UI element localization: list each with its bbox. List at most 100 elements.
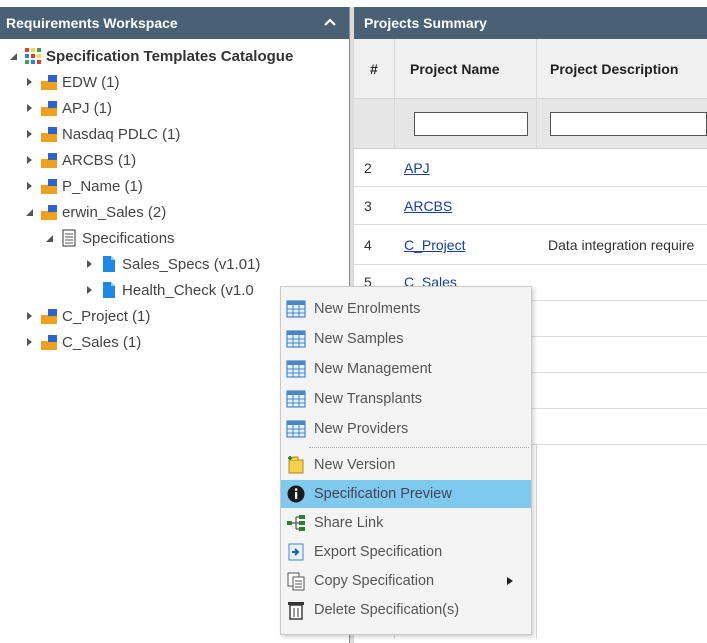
- menu-item-new-samples[interactable]: New Samples: [281, 325, 531, 353]
- document-icon: [103, 256, 115, 272]
- tree-item-erwin-sales[interactable]: erwin_Sales (2): [24, 199, 166, 225]
- menu-item-label: Copy Specification: [314, 573, 435, 589]
- project-folder-icon: [41, 335, 57, 350]
- menu-separator: [309, 447, 529, 448]
- project-name-link[interactable]: ARCBS: [404, 198, 452, 214]
- tree-item-nasdaq-pdlc[interactable]: Nasdaq PDLC (1): [24, 121, 180, 147]
- tree-item-label: P_Name (1): [62, 177, 143, 195]
- menu-item-delete-specifications[interactable]: Delete Specification(s): [281, 596, 531, 624]
- table-row: 3 ARCBS: [354, 187, 707, 225]
- menu-item-label: Export Specification: [314, 544, 443, 560]
- expanded-arrow-icon[interactable]: [8, 51, 18, 61]
- panel-title: Requirements Workspace: [6, 15, 178, 31]
- trash-icon: [288, 602, 304, 620]
- project-name-link[interactable]: APJ: [404, 160, 430, 176]
- project-folder-icon: [41, 309, 57, 324]
- column-header-project-name[interactable]: Project Name: [410, 39, 499, 99]
- collapsed-arrow-icon[interactable]: [24, 311, 34, 321]
- menu-item-share-link[interactable]: Share Link: [281, 509, 531, 537]
- tree-item-arcbs[interactable]: ARCBS (1): [24, 147, 136, 173]
- grid-header-row: # Project Name Project Description: [354, 39, 707, 99]
- project-name-link[interactable]: C_Project: [404, 237, 465, 253]
- collapsed-arrow-icon[interactable]: [84, 285, 94, 295]
- requirements-workspace-header: Requirements Workspace: [0, 7, 349, 39]
- cropped-top-strip: [0, 0, 707, 7]
- project-description-filter-input[interactable]: [550, 112, 707, 136]
- tree-item-sales-specs[interactable]: Sales_Specs (v1.01): [84, 251, 260, 277]
- tree-item-label: C_Sales (1): [62, 333, 142, 351]
- table-icon: [286, 360, 306, 378]
- specifications-list-icon: [62, 229, 76, 247]
- tree-item-specifications[interactable]: Specifications: [44, 225, 175, 251]
- tree-item-health-check[interactable]: Health_Check (v1.0: [84, 277, 254, 303]
- table-row: 4 C_Project Data integration require: [354, 225, 707, 265]
- row-number: 4: [364, 237, 372, 253]
- row-number: 3: [364, 198, 372, 214]
- collapsed-arrow-icon[interactable]: [24, 77, 34, 87]
- collapsed-arrow-icon[interactable]: [24, 103, 34, 113]
- tree-root-label: Specification Templates Catalogue: [46, 47, 294, 65]
- context-menu: New Enrolments New Samples New Managemen…: [280, 286, 532, 635]
- tree-item-edw[interactable]: EDW (1): [24, 69, 120, 95]
- menu-item-label: New Samples: [314, 331, 404, 347]
- menu-item-label: Specification Preview: [314, 486, 452, 502]
- row-number: 2: [364, 160, 372, 176]
- collapse-chevron-icon[interactable]: [323, 15, 337, 29]
- submenu-arrow-icon: [507, 577, 513, 585]
- menu-item-label: Share Link: [314, 515, 384, 531]
- tree-root-node[interactable]: Specification Templates Catalogue: [8, 43, 293, 69]
- project-folder-icon: [41, 127, 57, 142]
- tree-item-label: C_Project (1): [62, 307, 151, 325]
- document-icon: [103, 282, 115, 298]
- project-folder-icon: [41, 101, 57, 116]
- menu-item-export-specification[interactable]: Export Specification: [281, 538, 531, 566]
- collapsed-arrow-icon[interactable]: [24, 181, 34, 191]
- menu-item-label: New Providers: [314, 421, 409, 437]
- info-icon: [287, 485, 305, 503]
- tree-item-label: Health_Check (v1.0: [122, 281, 254, 299]
- copy-icon: [287, 572, 305, 591]
- menu-item-label: Delete Specification(s): [314, 602, 460, 618]
- filter-row: [354, 99, 707, 149]
- menu-item-new-transplants[interactable]: New Transplants: [281, 385, 531, 413]
- project-folder-icon: [41, 153, 57, 168]
- project-folder-icon: [41, 75, 57, 90]
- menu-item-new-management[interactable]: New Management: [281, 355, 531, 383]
- tree-item-label: Nasdaq PDLC (1): [62, 125, 181, 143]
- table-icon: [286, 420, 306, 438]
- menu-item-label: New Version: [314, 457, 396, 473]
- menu-item-new-providers[interactable]: New Providers: [281, 415, 531, 443]
- projects-summary-header: Projects Summary: [354, 7, 707, 39]
- menu-item-specification-preview[interactable]: Specification Preview: [281, 480, 531, 508]
- menu-item-new-version[interactable]: New Version: [281, 451, 531, 479]
- tree-item-label: Sales_Specs (v1.01): [122, 255, 261, 273]
- collapsed-arrow-icon[interactable]: [24, 155, 34, 165]
- tree-item-c-sales[interactable]: C_Sales (1): [24, 329, 141, 355]
- project-name-filter-input[interactable]: [414, 112, 528, 136]
- collapsed-arrow-icon[interactable]: [24, 337, 34, 347]
- column-header-number[interactable]: #: [370, 39, 378, 99]
- column-header-project-description[interactable]: Project Description: [550, 39, 678, 99]
- collapsed-arrow-icon[interactable]: [84, 259, 94, 269]
- menu-item-copy-specification[interactable]: Copy Specification: [281, 567, 531, 595]
- tree-item-c-project[interactable]: C_Project (1): [24, 303, 150, 329]
- table-icon: [286, 390, 306, 408]
- tree-item-label: APJ (1): [62, 99, 113, 117]
- tree-item-label: Specifications: [82, 229, 175, 247]
- panel-title: Projects Summary: [364, 15, 487, 31]
- project-folder-icon: [41, 205, 57, 220]
- tree-item-label: EDW (1): [62, 73, 120, 91]
- tree-item-label: erwin_Sales (2): [62, 203, 167, 221]
- tree-item-apj[interactable]: APJ (1): [24, 95, 112, 121]
- table-icon: [286, 300, 306, 318]
- project-description: Data integration require: [548, 237, 695, 253]
- expanded-arrow-icon[interactable]: [24, 207, 34, 217]
- menu-item-new-enrolments[interactable]: New Enrolments: [281, 295, 531, 323]
- share-link-icon: [287, 515, 305, 531]
- menu-item-label: New Transplants: [314, 391, 422, 407]
- menu-item-label: New Enrolments: [314, 301, 421, 317]
- tree-item-p-name[interactable]: P_Name (1): [24, 173, 143, 199]
- expanded-arrow-icon[interactable]: [44, 233, 54, 243]
- menu-item-label: New Management: [314, 361, 432, 377]
- collapsed-arrow-icon[interactable]: [24, 129, 34, 139]
